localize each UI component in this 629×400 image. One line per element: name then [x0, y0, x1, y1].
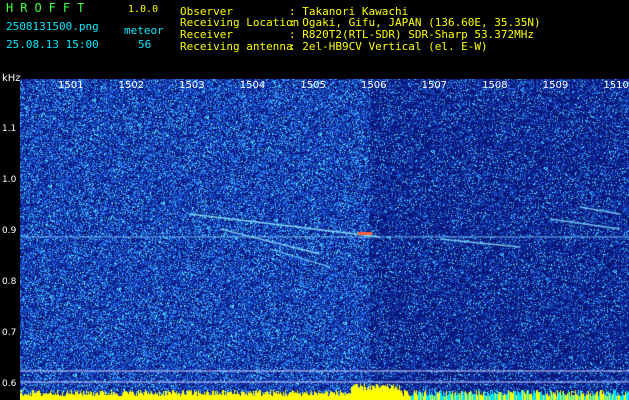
x-tick-label: 1509: [542, 80, 569, 91]
meteor-count: 56: [138, 38, 152, 51]
y-tick-label: 0.8: [2, 276, 17, 287]
antenna-value: : 2el-HB9CV Vertical (el. E-W): [289, 40, 488, 53]
x-tick-label: 1504: [239, 80, 266, 91]
x-tick-label: 1506: [361, 80, 387, 91]
y-tick-label: 1.1: [2, 123, 17, 134]
app-version: 1.0.0: [128, 4, 159, 15]
x-tick-label: 1501: [58, 80, 84, 91]
x-tick-label: 1505: [300, 80, 326, 91]
x-tick-label: 1508: [482, 80, 508, 91]
x-tick-label: 1502: [118, 80, 145, 91]
y-unit-label: kHz: [2, 73, 21, 84]
y-tick-label: 0.6: [2, 378, 17, 389]
x-tick-label: 1510: [603, 80, 629, 91]
app-title: HROFFT: [6, 1, 92, 15]
antenna-key: Receiving antenna: [180, 40, 293, 53]
x-tick-label: 1507: [421, 80, 448, 91]
y-tick-label: 0.7: [2, 327, 17, 338]
spectrogram-canvas: [20, 79, 629, 400]
datetime: 25.08.13 15:00: [6, 38, 99, 51]
filename: 2508131500.png: [6, 20, 99, 33]
meteor-label: meteor: [124, 24, 164, 37]
y-tick-label: 1.0: [2, 174, 17, 185]
y-tick-label: 0.9: [2, 225, 17, 236]
spectrogram: [20, 79, 629, 400]
x-tick-label: 1503: [179, 80, 205, 91]
